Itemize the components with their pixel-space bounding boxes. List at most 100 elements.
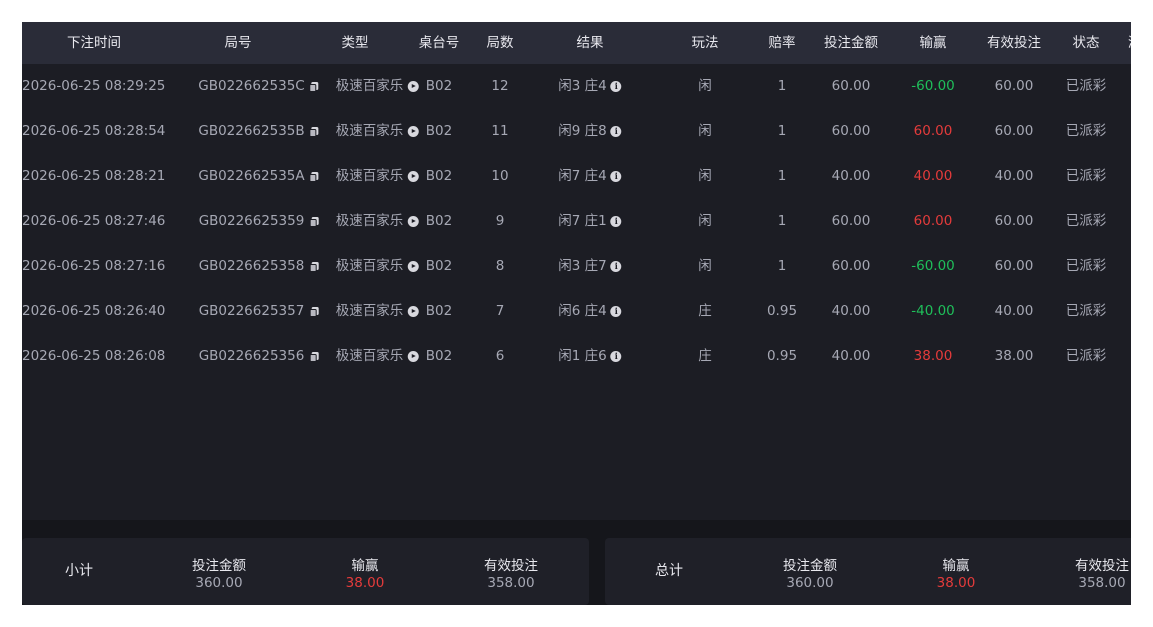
- cell-result: 闲1 庄6 i: [558, 334, 622, 379]
- play-icon[interactable]: [407, 171, 419, 182]
- cell-type: 极速百家乐: [336, 154, 419, 199]
- info-icon[interactable]: i: [610, 306, 622, 317]
- cell-table-no-text: B02: [425, 213, 453, 229]
- cell-bet-time: 2026-06-25 08:26:40: [22, 289, 165, 334]
- cell-odds: 0.95: [767, 334, 797, 379]
- cell-result-text: 闲7 庄1: [558, 213, 607, 229]
- cell-status-text: 已派彩: [1065, 303, 1107, 319]
- table-row: 2026-06-25 08:26:08 GB0226625356 极速百家乐 B02 6…: [22, 334, 1131, 379]
- cell-valid-bet-text: 40.00: [994, 303, 1034, 319]
- play-icon[interactable]: [407, 126, 419, 137]
- cell-round-count: 8: [496, 244, 505, 289]
- cell-bet-time-text: 2026-06-25 08:29:25: [22, 78, 166, 94]
- header-odds: 赔率: [768, 35, 796, 51]
- cell-round-no: GB0226625358: [199, 244, 320, 289]
- play-icon[interactable]: [407, 216, 419, 227]
- header-win-loss: 输赢: [919, 35, 947, 51]
- info-icon[interactable]: i: [610, 126, 622, 137]
- cell-play: 闲: [698, 199, 712, 244]
- cell-result: 闲3 庄4 i: [558, 64, 622, 109]
- play-icon[interactable]: [407, 306, 419, 317]
- info-icon[interactable]: i: [610, 351, 622, 362]
- cell-type-text: 极速百家乐: [335, 303, 404, 319]
- cell-bet-amount-text: 40.00: [831, 303, 871, 319]
- info-icon[interactable]: i: [610, 171, 622, 182]
- cell-result: 闲3 庄7 i: [558, 244, 622, 289]
- total-bet-label: 投注金额: [783, 558, 837, 574]
- cell-valid-bet-text: 60.00: [994, 78, 1034, 94]
- cell-odds-text: 1: [777, 258, 787, 274]
- cell-play: 庄: [698, 334, 712, 379]
- cell-status: 已派彩: [1066, 244, 1107, 289]
- total-win-value: 38.00: [936, 575, 976, 591]
- info-icon[interactable]: i: [610, 216, 622, 227]
- copy-icon[interactable]: [308, 261, 319, 272]
- cell-win-loss: 38.00: [914, 334, 953, 379]
- cell-bet-time: 2026-06-25 08:29:25: [22, 64, 165, 109]
- cell-round-no-text: GB0226625357: [198, 303, 305, 319]
- cell-win-loss-text: 38.00: [913, 348, 953, 364]
- cell-bet-amount: 60.00: [832, 199, 871, 244]
- cell-win-loss-text: 60.00: [913, 123, 953, 139]
- cell-status-text: 已派彩: [1065, 258, 1107, 274]
- cell-round-count: 7: [496, 289, 505, 334]
- cell-status: 已派彩: [1066, 154, 1107, 199]
- cell-play: 闲: [698, 154, 712, 199]
- copy-icon[interactable]: [309, 126, 320, 137]
- cell-odds: 1: [778, 64, 787, 109]
- cell-win-loss: 60.00: [914, 109, 953, 154]
- cell-bet-time: 2026-06-25 08:26:08: [22, 334, 165, 379]
- play-icon[interactable]: [407, 261, 419, 272]
- cell-play-text: 闲: [698, 213, 712, 229]
- cell-round-no: GB022662535C: [198, 64, 319, 109]
- cell-round-no: GB022662535B: [198, 109, 319, 154]
- cell-round-no-text: GB022662535B: [198, 123, 305, 139]
- cell-odds: 1: [778, 199, 787, 244]
- header-status: 状态: [1072, 35, 1100, 51]
- cell-bet-time: 2026-06-25 08:28:21: [22, 154, 165, 199]
- cell-odds: 1: [778, 109, 787, 154]
- info-icon[interactable]: i: [610, 81, 622, 92]
- cell-type: 极速百家乐: [336, 64, 419, 109]
- copy-icon[interactable]: [308, 306, 319, 317]
- cell-status-text: 已派彩: [1065, 213, 1107, 229]
- header-bet-amount: 投注金额: [824, 35, 878, 51]
- cell-type: 极速百家乐: [336, 334, 419, 379]
- cell-play-text: 庄: [698, 303, 712, 319]
- cell-type-text: 极速百家乐: [335, 348, 404, 364]
- copy-icon[interactable]: [309, 171, 320, 182]
- cell-round-count-text: 11: [491, 123, 509, 139]
- cell-valid-bet: 40.00: [995, 289, 1034, 334]
- cell-valid-bet-text: 40.00: [994, 168, 1034, 184]
- cell-odds-text: 1: [777, 123, 787, 139]
- copy-icon[interactable]: [309, 81, 320, 92]
- cell-status-text: 已派彩: [1065, 78, 1107, 94]
- cell-type: 极速百家乐: [336, 289, 419, 334]
- cell-table-no: B02: [426, 154, 452, 199]
- info-icon[interactable]: i: [610, 261, 622, 272]
- cell-result-text: 闲3 庄7: [558, 258, 607, 274]
- cell-play-text: 庄: [698, 348, 712, 364]
- cell-round-count: 6: [496, 334, 505, 379]
- cell-type-text: 极速百家乐: [335, 168, 404, 184]
- header-round-no: 局号: [224, 35, 252, 51]
- copy-icon[interactable]: [308, 351, 319, 362]
- cell-valid-bet-text: 60.00: [994, 258, 1034, 274]
- play-icon[interactable]: [407, 81, 419, 92]
- cell-bet-time-text: 2026-06-25 08:26:08: [22, 348, 166, 364]
- cell-bet-time-text: 2026-06-25 08:28:21: [22, 168, 166, 184]
- cell-table-no-text: B02: [425, 348, 453, 364]
- cell-play: 闲: [698, 64, 712, 109]
- table-row: 2026-06-25 08:27:46 GB0226625359 极速百家乐 B02 9…: [22, 199, 1131, 244]
- cell-round-count: 10: [491, 154, 508, 199]
- cell-valid-bet: 40.00: [995, 154, 1034, 199]
- cell-bet-time-text: 2026-06-25 08:27:46: [22, 213, 166, 229]
- play-icon[interactable]: [407, 351, 419, 362]
- cell-table-no: B02: [426, 109, 452, 154]
- table-row: 2026-06-25 08:26:40 GB0226625357 极速百家乐 B02 7…: [22, 289, 1131, 334]
- cell-bet-time-text: 2026-06-25 08:28:54: [22, 123, 166, 139]
- cell-valid-bet: 38.00: [995, 334, 1034, 379]
- cell-type-text: 极速百家乐: [335, 213, 404, 229]
- cell-type-text: 极速百家乐: [335, 78, 404, 94]
- copy-icon[interactable]: [308, 216, 319, 227]
